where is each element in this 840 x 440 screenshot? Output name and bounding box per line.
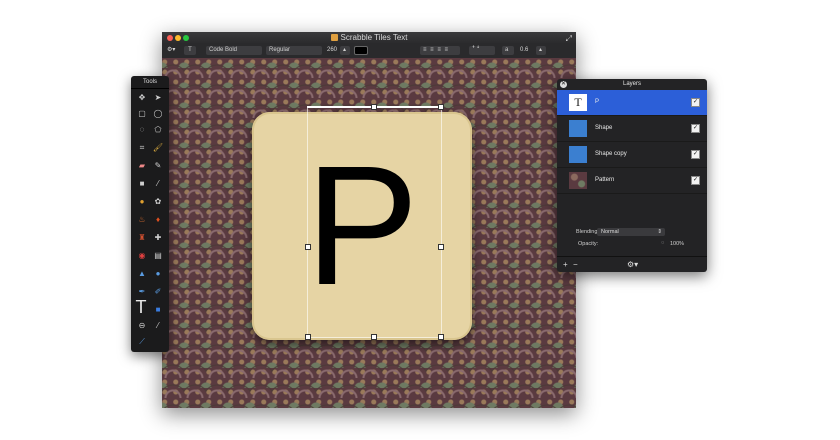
shape-tool-icon[interactable]: ■ [152,304,164,316]
resize-handle-top[interactable] [371,104,377,110]
brush-icon[interactable]: 🖌 [152,142,164,154]
layer-row-p[interactable]: T P ✓ [557,90,707,116]
blur-icon[interactable]: ▲ [136,268,148,280]
resize-handle-bottom[interactable] [371,334,377,340]
font-size-stepper[interactable]: ▴ [340,46,350,55]
pencil-icon[interactable]: ✎ [152,160,164,172]
paint-bucket-icon[interactable]: ● [136,196,148,208]
text-toolbar: ⚙▾ T Code Bold Regular 260 ▴ ≡ ≡ ≡ ≡ ꜛ ꜜ… [162,44,576,59]
layers-panel-footer: + − ⚙▾ [557,256,707,273]
layer-row-shape[interactable]: Shape ✓ [557,116,707,142]
resize-handle-top-right[interactable] [438,104,444,110]
resize-handle-bottom-left[interactable] [305,334,311,340]
opacity-label: Opacity: [578,241,599,247]
opacity-value[interactable]: 100% [670,241,684,247]
move-tool-icon[interactable]: ✥ [136,92,148,104]
eyedropper-icon[interactable]: ⁄ [152,178,164,190]
sharpen-icon[interactable]: ▤ [152,250,164,262]
eraser-icon[interactable]: ▰ [136,160,148,172]
layer-name: P [595,99,600,105]
zoom-icon[interactable]: ⊖ [136,320,148,332]
layers-panel-title: Layers [622,81,641,87]
text-tool-icon[interactable]: T [184,46,196,55]
resize-handle-bottom-right[interactable] [438,334,444,340]
lasso-icon[interactable]: ◌ [136,124,148,136]
drop-icon[interactable]: ● [152,268,164,280]
burn-icon[interactable]: ♦ [152,214,164,226]
stamp-icon[interactable]: ♜ [136,232,148,244]
shape-layer-thumbnail [569,120,587,137]
layer-name: Shape [595,125,613,131]
text-align-buttons[interactable]: ≡ ≡ ≡ ≡ [420,46,460,55]
font-style-select[interactable]: Regular [266,46,322,55]
visibility-checkbox[interactable]: ✓ [691,124,700,133]
tools-panel-title: Tools [131,76,169,89]
heal-icon[interactable]: ✚ [152,232,164,244]
vector-pen-icon[interactable]: ✐ [152,286,164,298]
minimize-window-button[interactable] [175,35,181,41]
font-size-field[interactable]: 260 [327,46,337,55]
ellipse-select-icon[interactable]: ◯ [152,108,164,120]
close-window-button[interactable] [167,35,173,41]
opacity-slider-knob-icon[interactable]: ◌ [661,240,664,246]
blending-mode-value: Normal [601,229,619,235]
clone-icon[interactable]: ✿ [152,196,164,208]
text-color-swatch[interactable] [354,46,368,55]
pattern-layer-thumbnail [569,172,587,189]
kerning-icon[interactable]: a [502,46,514,55]
spacing-value[interactable]: 0.6 [520,46,528,55]
blending-mode-select[interactable]: Normal ⇕ [597,228,665,236]
canvas-pattern[interactable]: P [162,58,576,408]
layers-panel: ✕ Layers T P ✓ Shape ✓ Shape copy ✓ Patt… [557,79,707,272]
layer-settings-gear-icon[interactable]: ⚙▾ [627,260,638,269]
gradient-icon[interactable]: ■ [136,178,148,190]
resize-handle-left[interactable] [305,244,311,250]
chevron-updown-icon: ⇕ [657,229,662,235]
visibility-checkbox[interactable]: ✓ [691,176,700,185]
resize-handle-right[interactable] [438,244,444,250]
baseline-buttons[interactable]: ꜛ ꜜ [469,46,495,55]
polygon-lasso-icon[interactable]: ⬠ [152,124,164,136]
settings-gear-icon[interactable]: ⚙▾ [167,46,175,55]
document-window: Scrabble Tiles Text ⤢ ⚙▾ T Code Bold Reg… [162,32,576,408]
color-picker-icon[interactable]: ⟋ [136,336,148,348]
visibility-checkbox[interactable]: ✓ [691,150,700,159]
blending-label: Blending: [576,229,599,235]
spacing-stepper[interactable]: ▴ [536,46,546,55]
text-tool-icon[interactable]: T [133,298,149,316]
close-panel-icon[interactable]: ✕ [560,81,567,88]
crop-icon[interactable]: ⌗ [136,142,148,154]
window-titlebar[interactable]: Scrabble Tiles Text ⤢ [162,32,576,44]
red-eye-icon[interactable]: ◉ [136,250,148,262]
window-title: Scrabble Tiles Text [340,33,408,42]
layer-name: Shape copy [595,151,627,157]
zoom-window-button[interactable] [183,35,189,41]
layer-row-pattern[interactable]: Pattern ✓ [557,168,707,194]
font-family-select[interactable]: Code Bold [206,46,262,55]
shape-copy-layer-thumbnail [569,146,587,163]
remove-layer-button[interactable]: − [573,260,578,269]
document-icon [330,34,338,41]
text-layer-icon: T [569,94,587,111]
tools-panel: Tools ✥ ➤ ▢ ◯ ◌ ⬠ ⌗ 🖌 ▰ ✎ ■ ⁄ ● ✿ ♨ ♦ ♜ … [131,76,169,352]
visibility-checkbox[interactable]: ✓ [691,98,700,107]
layer-row-shape-copy[interactable]: Shape copy ✓ [557,142,707,168]
arrow-tool-icon[interactable]: ➤ [152,92,164,104]
layer-name: Pattern [595,177,615,183]
rect-select-icon[interactable]: ▢ [136,108,148,120]
smudge-icon[interactable]: ♨ [136,214,148,226]
text-selection-box [307,106,442,338]
add-layer-button[interactable]: + [563,260,568,269]
hand-icon[interactable]: ⁄ [152,320,164,332]
